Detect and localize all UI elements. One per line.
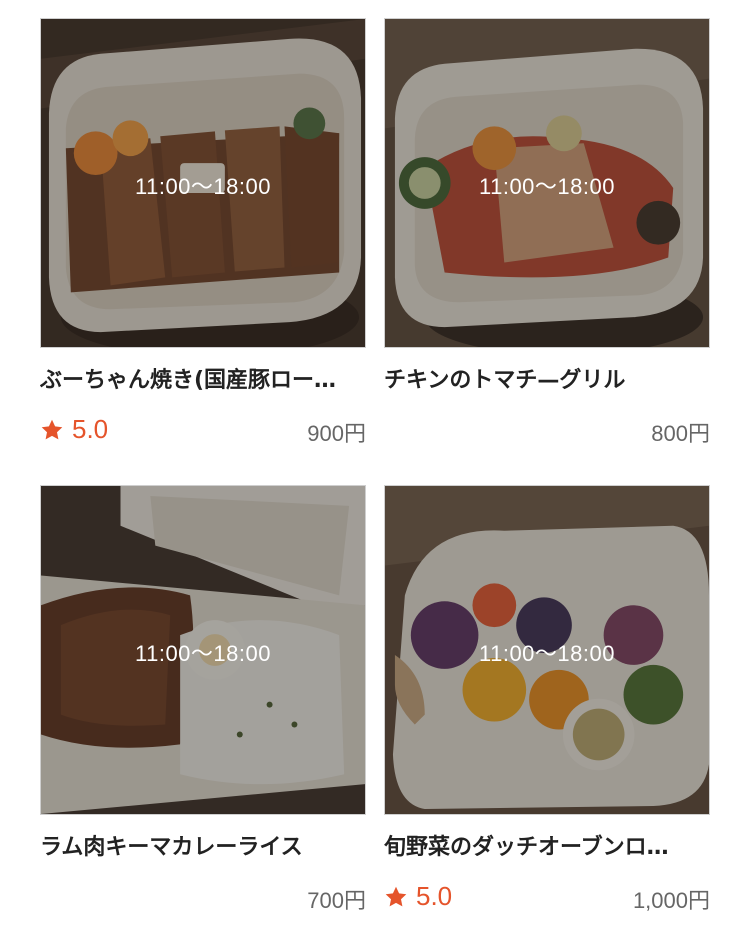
business-hours-label: 11:00〜18:00: [135, 641, 271, 666]
rating: 5.0: [40, 414, 108, 445]
food-photo[interactable]: 11:00〜18:00: [384, 485, 710, 815]
business-hours-label: 11:00〜18:00: [479, 641, 615, 666]
item-name[interactable]: 旬野菜のダッチオーブンロ…: [384, 829, 710, 861]
menu-card-2[interactable]: 11:00〜18:00 チキンのトマチ—グリル 800円: [384, 18, 710, 446]
rating: 5.0: [384, 881, 452, 912]
menu-card-3[interactable]: 11:00〜18:00 ラム肉キーマカレーライス 700円: [40, 485, 366, 913]
menu-card-4[interactable]: 11:00〜18:00 旬野菜のダッチオーブンロ… 5.0 1,000円: [384, 485, 710, 913]
item-name[interactable]: ラム肉キーマカレーライス: [40, 829, 366, 861]
rating-value: 5.0: [72, 414, 109, 444]
business-hours-label: 11:00〜18:00: [135, 174, 271, 199]
star-icon: [385, 886, 407, 906]
rating-value: 5.0: [416, 881, 453, 911]
food-photo[interactable]: 11:00〜18:00: [40, 485, 366, 815]
price: 900円: [307, 421, 366, 446]
star-icon: [41, 419, 63, 439]
menu-card-1[interactable]: 11:00〜18:00 ぶーちゃん焼き(国産豚ロー… 5.0 900円: [40, 18, 366, 446]
item-name[interactable]: ぶーちゃん焼き(国産豚ロー…: [40, 362, 366, 394]
price: 1,000円: [632, 888, 710, 913]
business-hours-label: 11:00〜18:00: [479, 174, 615, 199]
food-photo[interactable]: 11:00〜18:00: [40, 18, 366, 348]
price: 700円: [307, 888, 366, 913]
item-name[interactable]: チキンのトマチ—グリル: [384, 362, 710, 394]
food-photo[interactable]: 11:00〜18:00: [384, 18, 710, 348]
price: 800円: [651, 421, 710, 446]
